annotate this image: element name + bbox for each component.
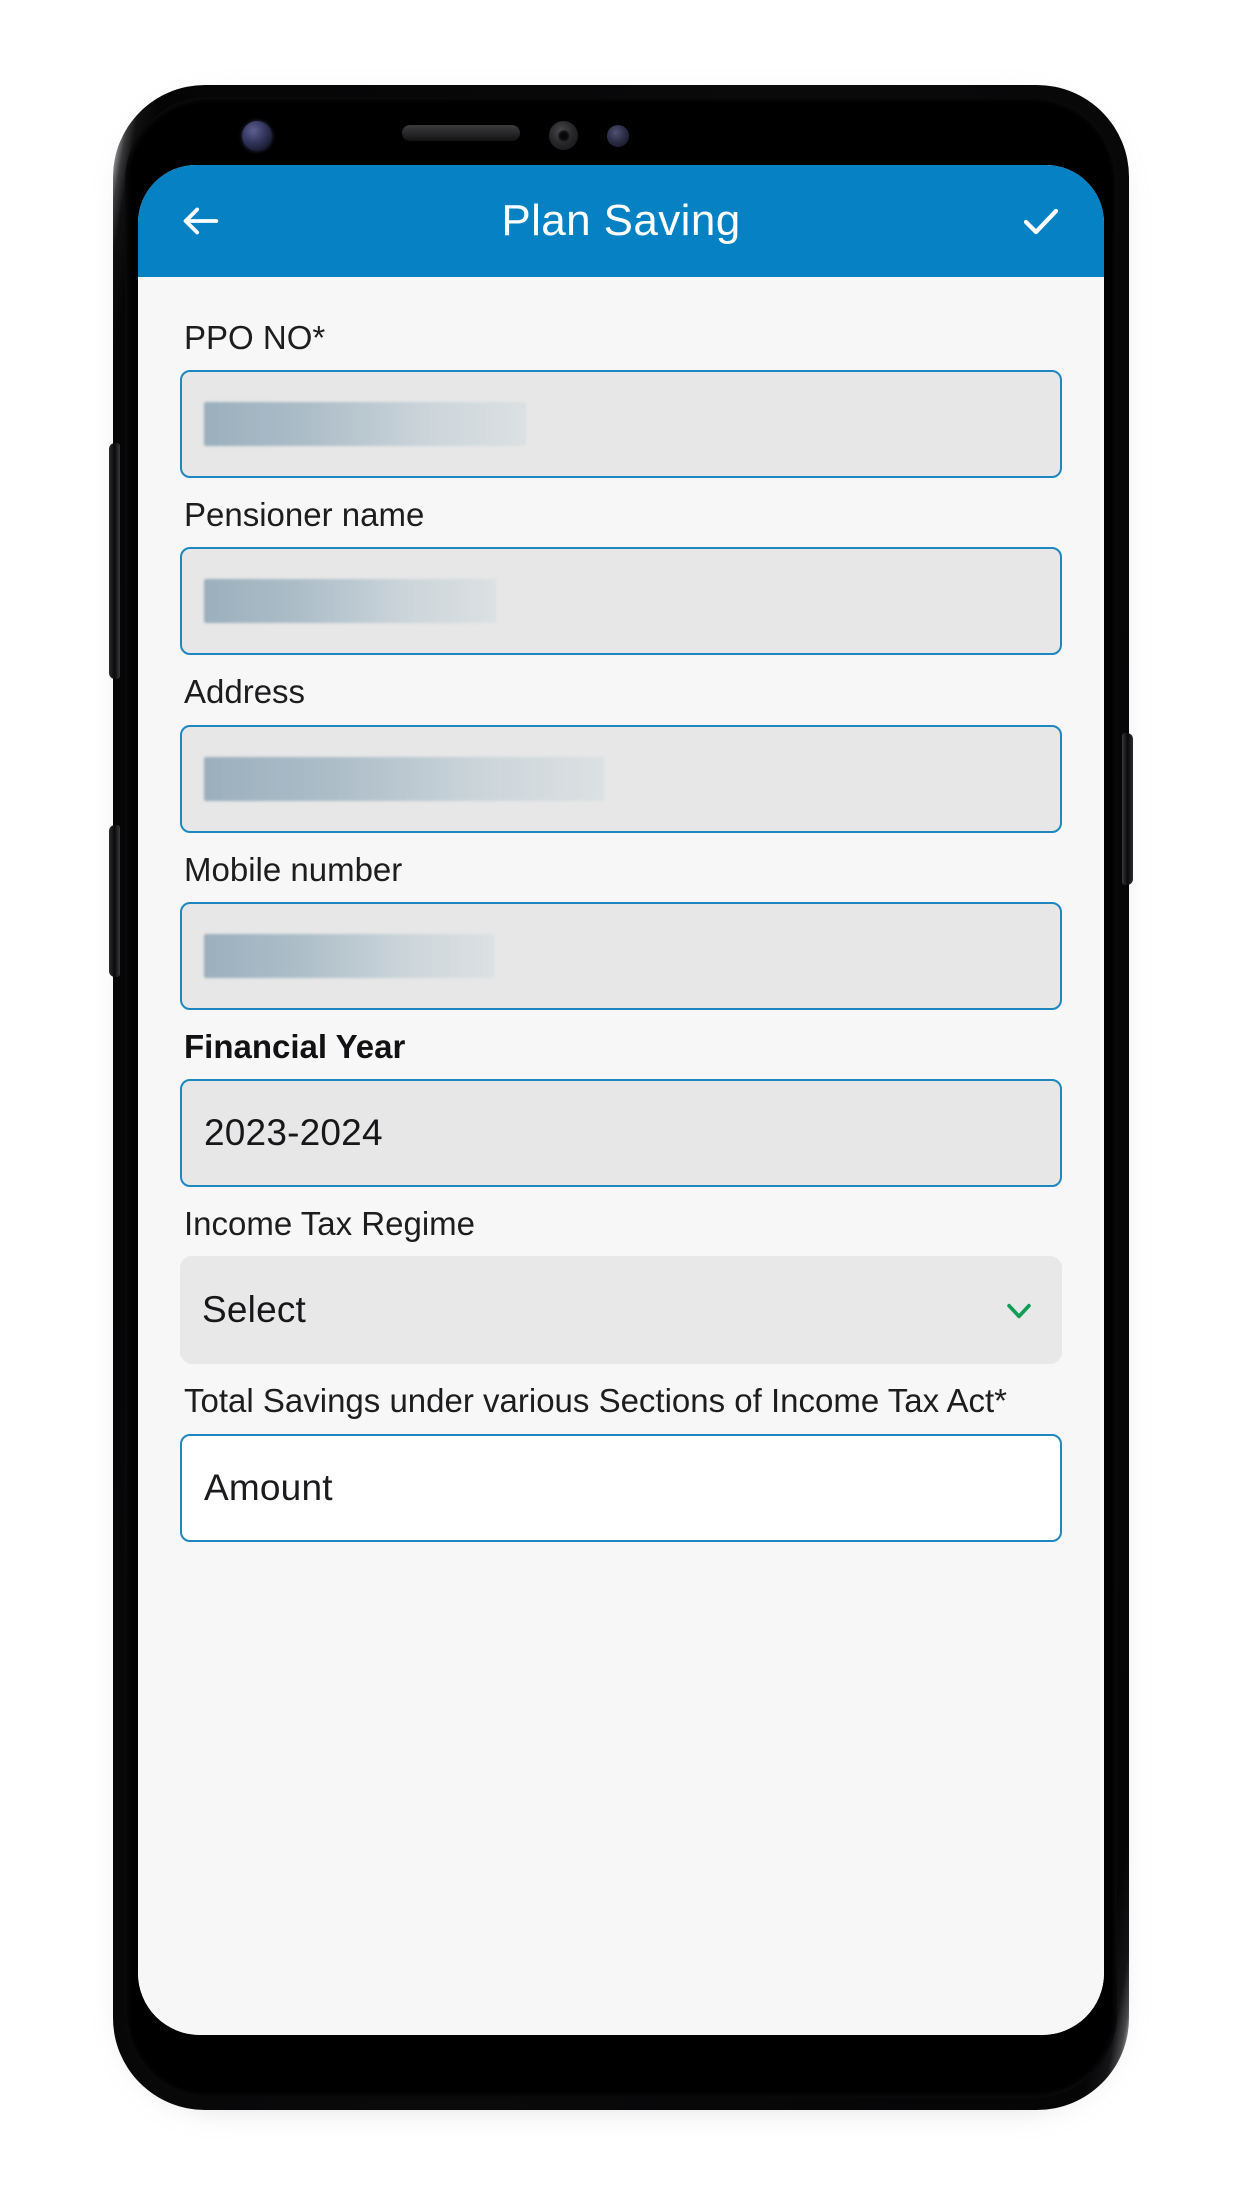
label-pensioner-name: Pensioner name	[184, 496, 425, 534]
page-title: Plan Saving	[501, 196, 741, 245]
earpiece-speaker-icon	[402, 125, 520, 141]
field-group-total-savings: Total Savings under various Sections of …	[180, 1374, 1062, 1542]
input-financial-year[interactable]: 2023-2024	[180, 1079, 1062, 1188]
plan-saving-form: PPO NO* Pensioner name Address Mobile nu…	[138, 277, 1104, 2035]
phone-screen: Plan Saving PPO NO* Pensioner name Addre…	[138, 165, 1104, 2035]
iris-scanner-icon	[549, 121, 578, 150]
redacted-value-mobile-number	[204, 933, 494, 978]
input-pensioner-name[interactable]	[180, 547, 1062, 656]
label-address: Address	[184, 673, 306, 711]
redacted-value-address	[204, 756, 604, 801]
label-total-savings: Total Savings under various Sections of …	[184, 1382, 1008, 1420]
field-group-address: Address	[180, 665, 1062, 833]
value-financial-year: 2023-2024	[204, 1112, 383, 1154]
proximity-sensor-icon	[607, 125, 629, 147]
input-total-savings[interactable]: Amount	[180, 1433, 1062, 1542]
select-income-tax-regime[interactable]: Select	[180, 1256, 1062, 1365]
redacted-value-pensioner-name	[204, 579, 496, 624]
input-mobile-number[interactable]	[180, 901, 1062, 1010]
label-ppo-no: PPO NO*	[184, 319, 326, 356]
label-income-tax-regime: Income Tax Regime	[184, 1205, 476, 1243]
assistant-button[interactable]	[109, 825, 120, 977]
field-group-mobile-number: Mobile number	[180, 843, 1062, 1010]
power-button[interactable]	[1122, 733, 1133, 885]
input-ppo-no[interactable]	[180, 370, 1062, 479]
field-group-ppo-no: PPO NO*	[180, 311, 1062, 479]
front-camera-icon	[242, 121, 272, 151]
input-address[interactable]	[180, 724, 1062, 833]
label-mobile-number: Mobile number	[184, 850, 403, 888]
phone-mockup: Plan Saving PPO NO* Pensioner name Addre…	[109, 85, 1133, 2115]
back-arrow-icon[interactable]	[172, 192, 230, 250]
field-group-financial-year: Financial Year 2023-2024	[180, 1020, 1062, 1188]
label-financial-year: Financial Year	[184, 1027, 406, 1065]
volume-button[interactable]	[109, 443, 120, 679]
app-bar: Plan Saving	[138, 165, 1104, 277]
redacted-value-ppo-no	[204, 402, 526, 447]
placeholder-total-savings: Amount	[204, 1466, 333, 1508]
field-group-pensioner-name: Pensioner name	[180, 488, 1062, 656]
chevron-down-icon[interactable]	[1002, 1293, 1036, 1327]
checkmark-icon[interactable]	[1012, 192, 1070, 250]
value-income-tax-regime: Select	[202, 1289, 307, 1331]
field-group-income-tax-regime: Income Tax Regime Select	[180, 1197, 1062, 1365]
